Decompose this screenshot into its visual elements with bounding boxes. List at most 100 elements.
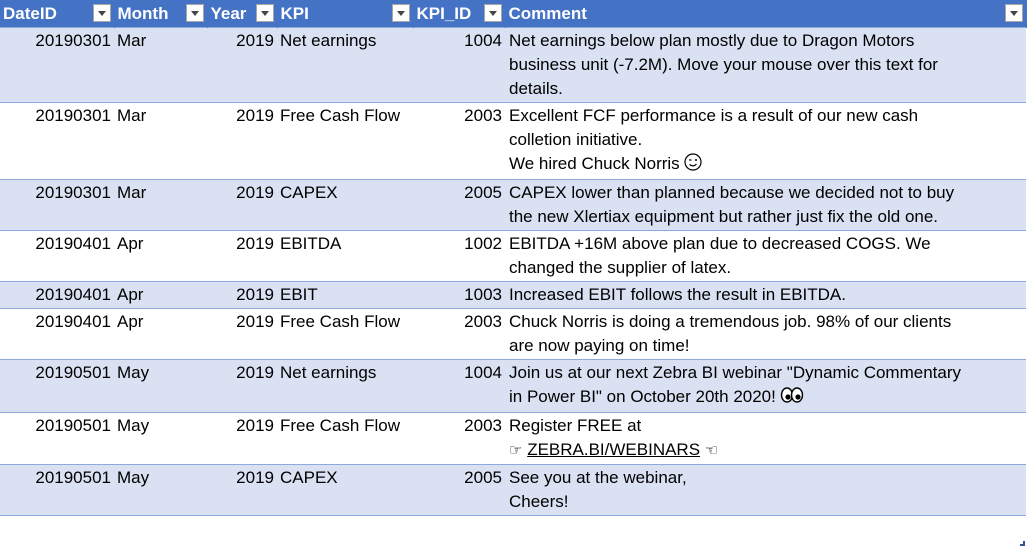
cell-year[interactable]: 2019 bbox=[207, 308, 277, 360]
cell-month[interactable]: Apr bbox=[114, 230, 207, 282]
header-month: Month bbox=[114, 0, 208, 28]
cell-kpi[interactable]: CAPEX bbox=[277, 464, 413, 516]
cell-kpi-id[interactable]: 2005 bbox=[413, 464, 505, 516]
cell-kpi[interactable]: Net earnings bbox=[277, 359, 413, 413]
comment-text: We hired Chuck Norris bbox=[509, 154, 680, 173]
comment-line: colletion initiative. bbox=[509, 130, 643, 149]
header-label: DateID bbox=[3, 3, 57, 23]
cell-kpi[interactable]: EBITDA bbox=[277, 230, 413, 282]
cell-month[interactable]: Apr bbox=[114, 308, 207, 360]
cell-month[interactable]: Mar bbox=[114, 102, 207, 180]
filter-dropdown-icon[interactable] bbox=[92, 4, 111, 22]
cell-year[interactable]: 2019 bbox=[207, 179, 277, 231]
cell-kpi-id[interactable]: 1004 bbox=[413, 27, 505, 103]
comment-text: in Power BI" on October 20th 2020! bbox=[509, 387, 776, 406]
cell-kpi[interactable]: Free Cash Flow bbox=[277, 412, 413, 465]
kpi-comments-table: DateID Month Year KPI KPI_ID Comment 201… bbox=[0, 0, 1027, 516]
comment-line: CAPEX lower than planned because we deci… bbox=[509, 183, 955, 202]
cell-dateid[interactable]: 20190301 bbox=[0, 27, 114, 103]
table-row: 20190301 Mar 2019 Free Cash Flow 2003 Ex… bbox=[0, 102, 1026, 180]
winking-face-icon bbox=[684, 153, 702, 178]
comment-line: Increased EBIT follows the result in EBI… bbox=[509, 285, 846, 304]
cell-year[interactable]: 2019 bbox=[207, 412, 277, 465]
cell-comment[interactable]: See you at the webinar, Cheers! bbox=[505, 464, 1026, 516]
cell-dateid[interactable]: 20190401 bbox=[0, 281, 114, 309]
cell-kpi-id[interactable]: 2003 bbox=[413, 412, 505, 465]
cell-kpi-id[interactable]: 2003 bbox=[413, 308, 505, 360]
cell-comment[interactable]: Register FREE at ☞ ZEBRA.BI/WEBINARS ☜ bbox=[505, 412, 1026, 465]
cell-kpi-id[interactable]: 1002 bbox=[413, 230, 505, 282]
cell-comment[interactable]: CAPEX lower than planned because we deci… bbox=[505, 179, 1026, 231]
comment-line: the new Xlertiax equipment but rather ju… bbox=[509, 207, 939, 226]
cell-dateid[interactable]: 20190501 bbox=[0, 412, 114, 465]
cell-month[interactable]: Apr bbox=[114, 281, 207, 309]
comment-line-with-emoji: in Power BI" on October 20th 2020! bbox=[509, 385, 1023, 411]
comment-line-with-emoji: We hired Chuck Norris bbox=[509, 152, 1023, 178]
header-year: Year bbox=[207, 0, 278, 28]
comment-link-line: ☞ ZEBRA.BI/WEBINARS ☜ bbox=[509, 438, 1023, 463]
cell-kpi[interactable]: Free Cash Flow bbox=[277, 308, 413, 360]
cell-comment[interactable]: Increased EBIT follows the result in EBI… bbox=[505, 281, 1026, 309]
header-dateid: DateID bbox=[0, 0, 115, 28]
comment-line: Register FREE at bbox=[509, 416, 642, 435]
cell-dateid[interactable]: 20190501 bbox=[0, 359, 114, 413]
filter-dropdown-icon[interactable] bbox=[255, 4, 274, 22]
cell-kpi[interactable]: EBIT bbox=[277, 281, 413, 309]
cell-month[interactable]: Mar bbox=[114, 27, 207, 103]
filter-dropdown-icon[interactable] bbox=[483, 4, 502, 22]
cell-year[interactable]: 2019 bbox=[207, 464, 277, 516]
filter-dropdown-icon[interactable] bbox=[1004, 4, 1023, 22]
cell-kpi-id[interactable]: 1004 bbox=[413, 359, 505, 413]
comment-line: business unit (-7.2M). Move your mouse o… bbox=[509, 55, 938, 74]
comment-line: details. bbox=[509, 79, 563, 98]
cell-kpi[interactable]: Net earnings bbox=[277, 27, 413, 103]
cell-comment[interactable]: Excellent FCF performance is a result of… bbox=[505, 102, 1026, 180]
cell-dateid[interactable]: 20190401 bbox=[0, 230, 114, 282]
header-row: DateID Month Year KPI KPI_ID Comment bbox=[0, 0, 1027, 28]
header-label: Year bbox=[210, 3, 247, 23]
comment-line: Join us at our next Zebra BI webinar "Dy… bbox=[509, 363, 961, 382]
comment-line: Chuck Norris is doing a tremendous job. … bbox=[509, 312, 952, 331]
header-label: Comment bbox=[508, 3, 587, 23]
cell-month[interactable]: Mar bbox=[114, 179, 207, 231]
table-resize-handle[interactable] bbox=[1020, 541, 1025, 546]
cell-month[interactable]: May bbox=[114, 359, 207, 413]
excel-sheet: DateID Month Year KPI KPI_ID Comment 201… bbox=[0, 0, 1030, 549]
comment-line: See you at the webinar, bbox=[509, 468, 687, 487]
cell-comment[interactable]: Net earnings below plan mostly due to Dr… bbox=[505, 27, 1026, 103]
cell-year[interactable]: 2019 bbox=[207, 359, 277, 413]
cell-kpi-id[interactable]: 2005 bbox=[413, 179, 505, 231]
comment-line: EBITDA +16M above plan due to decreased … bbox=[509, 234, 931, 253]
cell-year[interactable]: 2019 bbox=[207, 281, 277, 309]
cell-kpi[interactable]: CAPEX bbox=[277, 179, 413, 231]
cell-month[interactable]: May bbox=[114, 412, 207, 465]
cell-dateid[interactable]: 20190301 bbox=[0, 179, 114, 231]
header-label: KPI_ID bbox=[416, 3, 472, 23]
table-row: 20190401 Apr 2019 EBIT 1003 Increased EB… bbox=[0, 281, 1026, 309]
cell-year[interactable]: 2019 bbox=[207, 27, 277, 103]
cell-year[interactable]: 2019 bbox=[207, 102, 277, 180]
cell-dateid[interactable]: 20190401 bbox=[0, 308, 114, 360]
table-row: 20190301 Mar 2019 Net earnings 1004 Net … bbox=[0, 27, 1026, 103]
comment-line: Excellent FCF performance is a result of… bbox=[509, 106, 919, 125]
webinar-link[interactable]: ZEBRA.BI/WEBINARS bbox=[527, 440, 700, 459]
header-kpi: KPI bbox=[277, 0, 414, 28]
cell-comment[interactable]: EBITDA +16M above plan due to decreased … bbox=[505, 230, 1026, 282]
header-label: KPI bbox=[280, 3, 309, 23]
cell-year[interactable]: 2019 bbox=[207, 230, 277, 282]
cell-comment[interactable]: Chuck Norris is doing a tremendous job. … bbox=[505, 308, 1026, 360]
cell-dateid[interactable]: 20190301 bbox=[0, 102, 114, 180]
comment-line: Cheers! bbox=[509, 492, 569, 511]
cell-kpi-id[interactable]: 2003 bbox=[413, 102, 505, 180]
cell-kpi-id[interactable]: 1003 bbox=[413, 281, 505, 309]
cell-dateid[interactable]: 20190501 bbox=[0, 464, 114, 516]
header-comment: Comment bbox=[505, 0, 1027, 28]
cell-kpi[interactable]: Free Cash Flow bbox=[277, 102, 413, 180]
filter-dropdown-icon[interactable] bbox=[185, 4, 204, 22]
table-row: 20190401 Apr 2019 Free Cash Flow 2003 Ch… bbox=[0, 308, 1026, 360]
filter-dropdown-icon[interactable] bbox=[391, 4, 410, 22]
cell-comment[interactable]: Join us at our next Zebra BI webinar "Dy… bbox=[505, 359, 1026, 413]
table-row: 20190501 May 2019 Free Cash Flow 2003 Re… bbox=[0, 412, 1026, 465]
cell-month[interactable]: May bbox=[114, 464, 207, 516]
eyes-icon bbox=[780, 386, 804, 411]
